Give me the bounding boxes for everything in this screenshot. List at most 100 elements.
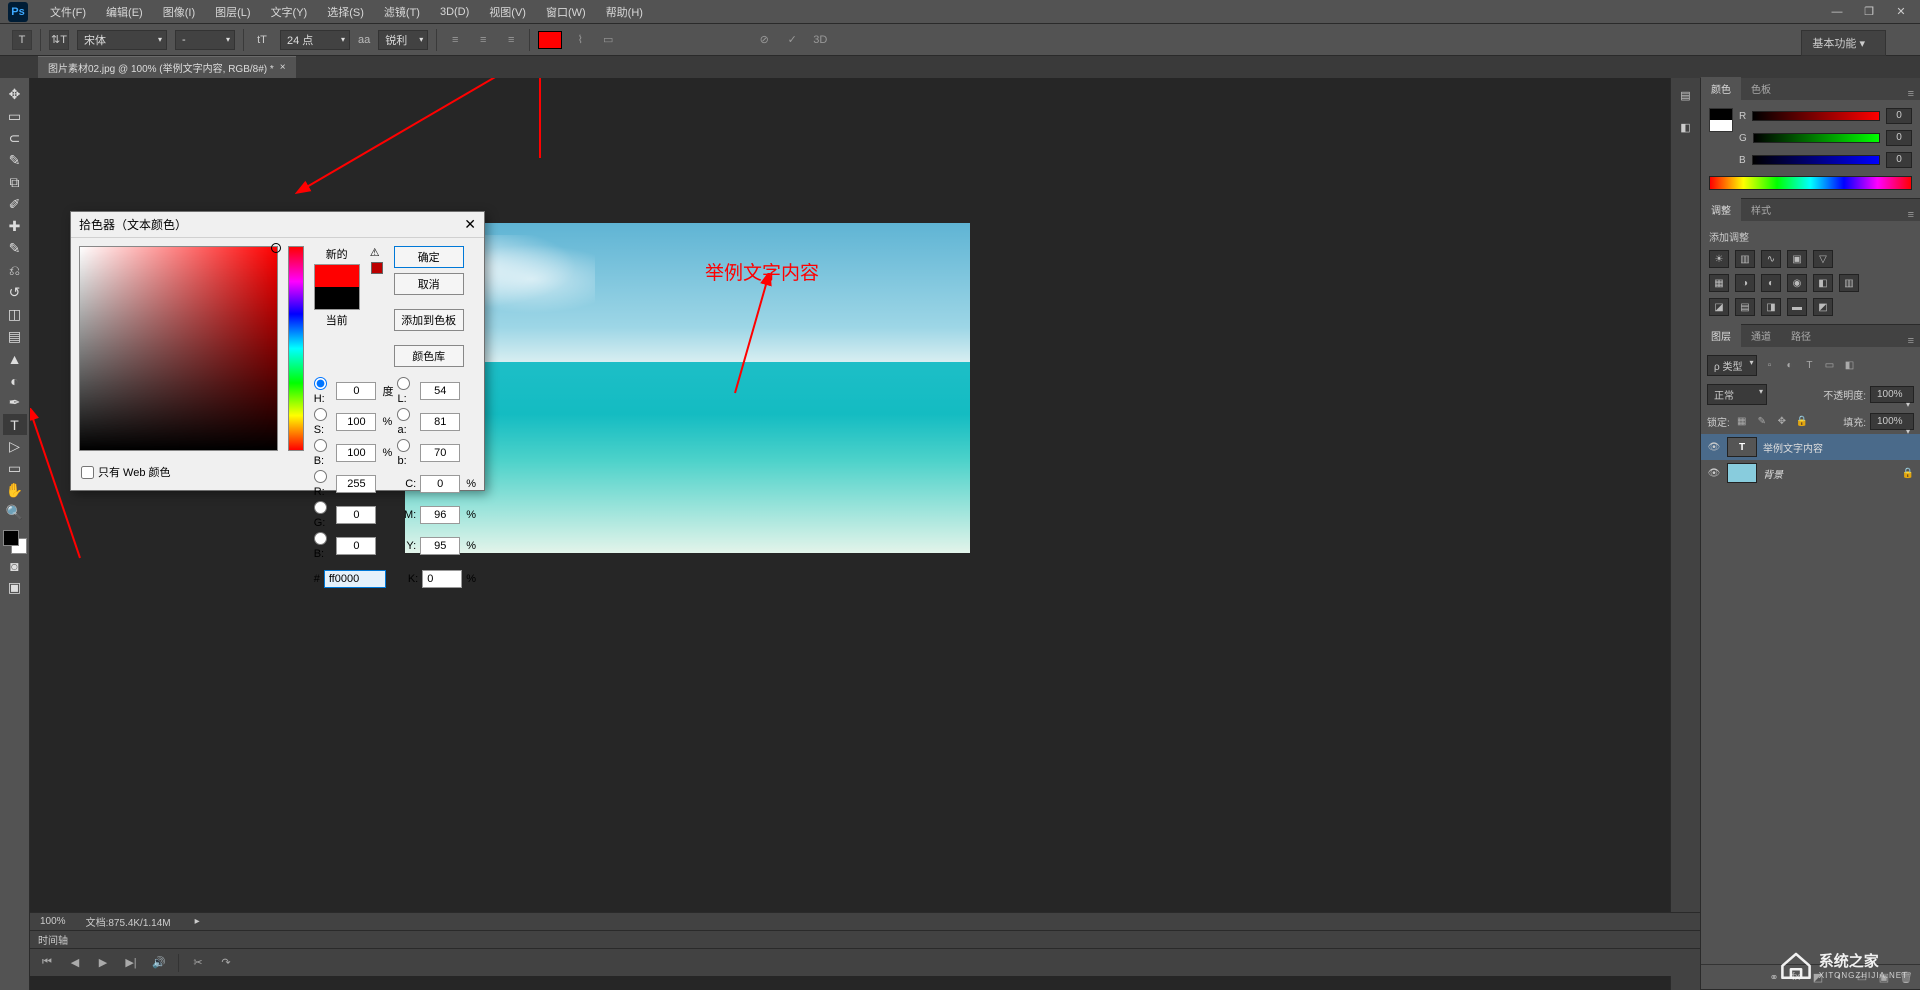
colorbalance-icon[interactable]: ◑	[1735, 274, 1755, 292]
color-picker-titlebar[interactable]: 拾色器（文本颜色） ✕	[71, 212, 484, 238]
filter-shape-icon[interactable]: ▭	[1821, 358, 1837, 374]
clone-stamp-tool[interactable]: ⎌	[3, 260, 27, 281]
audio-button[interactable]: 🔊	[150, 954, 168, 972]
font-family-dropdown[interactable]: 宋体	[77, 30, 167, 50]
color-libraries-button[interactable]: 颜色库	[394, 345, 464, 367]
b-radio[interactable]: b:	[397, 439, 416, 467]
quick-mask-toggle[interactable]: ◙	[3, 555, 27, 576]
r-radio[interactable]: R:	[314, 470, 333, 498]
r-input[interactable]	[336, 475, 376, 493]
y-input[interactable]	[420, 537, 460, 555]
marquee-tool[interactable]: ▭	[3, 106, 27, 127]
color-lookup-icon[interactable]: ▥	[1839, 274, 1859, 292]
screen-mode-toggle[interactable]: ▣	[3, 577, 27, 598]
fill-input[interactable]: 100%	[1870, 413, 1914, 430]
font-size-dropdown[interactable]: 24 点	[280, 30, 350, 50]
filter-smart-icon[interactable]: ◧	[1841, 358, 1857, 374]
gradient-tool[interactable]: ▤	[3, 326, 27, 347]
prev-frame-button[interactable]: ◀	[66, 954, 84, 972]
menu-3d[interactable]: 3D(D)	[430, 6, 479, 18]
dodge-tool[interactable]: ◐	[3, 370, 27, 391]
menu-layer[interactable]: 图层(L)	[205, 4, 260, 20]
document-tab[interactable]: 图片素材02.jpg @ 100% (举例文字内容, RGB/8#) * ×	[38, 56, 296, 78]
layer-name[interactable]: 举例文字内容	[1763, 440, 1823, 455]
menu-select[interactable]: 选择(S)	[317, 4, 374, 20]
h-input[interactable]	[336, 382, 376, 400]
commit-edits-button[interactable]: ✓	[782, 30, 802, 50]
history-panel-icon[interactable]: ▤	[1675, 84, 1697, 106]
layer-row-background[interactable]: 👁 背景 🔒	[1701, 460, 1920, 486]
menu-filter[interactable]: 滤镜(T)	[374, 4, 430, 20]
layer-name[interactable]: 背景	[1763, 466, 1783, 481]
photo-filter-icon[interactable]: ◉	[1787, 274, 1807, 292]
curves-icon[interactable]: ∿	[1761, 250, 1781, 268]
zoom-tool[interactable]: 🔍	[3, 502, 27, 523]
brightness-icon[interactable]: ☀	[1709, 250, 1729, 268]
color-field[interactable]	[79, 246, 278, 451]
blur-tool[interactable]: ▲	[3, 348, 27, 369]
rectangle-tool[interactable]: ▭	[3, 458, 27, 479]
panel-menu-icon[interactable]: ≡	[1902, 335, 1920, 347]
posterize-icon[interactable]: ▤	[1735, 298, 1755, 316]
color-ramp[interactable]	[1709, 176, 1912, 190]
lock-position-icon[interactable]: ✥	[1774, 414, 1790, 430]
workspace-switcher[interactable]: 基本功能	[1801, 30, 1886, 56]
cancel-edits-button[interactable]: ⊘	[754, 30, 774, 50]
layer-row-text[interactable]: 👁 T 举例文字内容	[1701, 434, 1920, 460]
split-button[interactable]: ✂	[189, 954, 207, 972]
panel-menu-icon[interactable]: ≡	[1902, 88, 1920, 100]
text-color-swatch[interactable]	[538, 31, 562, 49]
s-radio[interactable]: S:	[314, 408, 333, 436]
l-input[interactable]	[420, 382, 460, 400]
tab-color[interactable]: 颜色	[1701, 77, 1741, 100]
tab-layers[interactable]: 图层	[1701, 324, 1741, 347]
k-input[interactable]	[422, 570, 462, 588]
timeline-header[interactable]: 时间轴	[30, 930, 1700, 948]
path-select-tool[interactable]: ▷	[3, 436, 27, 457]
b-slider[interactable]	[1752, 155, 1880, 165]
l-radio[interactable]: L:	[397, 377, 416, 405]
ok-button[interactable]: 确定	[394, 246, 464, 268]
hue-slider[interactable]	[288, 246, 304, 451]
move-tool[interactable]: ✥	[3, 84, 27, 105]
font-style-dropdown[interactable]: -	[175, 30, 235, 50]
filter-type-icon[interactable]: T	[1801, 358, 1817, 374]
a-radio[interactable]: a:	[397, 408, 416, 436]
hue-icon[interactable]: ▦	[1709, 274, 1729, 292]
tab-styles[interactable]: 样式	[1741, 198, 1781, 221]
document-canvas[interactable]: 举例文字内容	[405, 223, 970, 553]
bv-input[interactable]	[336, 444, 376, 462]
close-button[interactable]: ✕	[1890, 4, 1912, 20]
color-picker-close-button[interactable]: ✕	[464, 216, 476, 233]
spot-heal-tool[interactable]: ✚	[3, 216, 27, 237]
menu-view[interactable]: 视图(V)	[479, 4, 536, 20]
crop-tool[interactable]: ⧉	[3, 172, 27, 193]
g-input[interactable]	[336, 506, 376, 524]
text-3d-button[interactable]: 3D	[810, 30, 830, 50]
menu-edit[interactable]: 编辑(E)	[96, 4, 153, 20]
layer-visibility-toggle[interactable]: 👁	[1707, 442, 1721, 453]
tab-adjustments[interactable]: 调整	[1701, 198, 1741, 221]
menu-image[interactable]: 图像(I)	[153, 4, 205, 20]
s-input[interactable]	[336, 413, 376, 431]
levels-icon[interactable]: ▥	[1735, 250, 1755, 268]
m-input[interactable]	[420, 506, 460, 524]
eyedropper-tool[interactable]: ✐	[3, 194, 27, 215]
transition-button[interactable]: ↷	[217, 954, 235, 972]
character-panel-button[interactable]: ▭	[598, 30, 618, 50]
menu-type[interactable]: 文字(Y)	[261, 4, 318, 20]
bw-icon[interactable]: ◐	[1761, 274, 1781, 292]
blend-mode-dropdown[interactable]: 正常	[1707, 384, 1767, 405]
eraser-tool[interactable]: ◫	[3, 304, 27, 325]
panel-menu-icon[interactable]: ≡	[1902, 209, 1920, 221]
play-button[interactable]: ▶	[94, 954, 112, 972]
bb-radio[interactable]: B:	[314, 532, 333, 560]
a-input[interactable]	[420, 413, 460, 431]
zoom-level[interactable]: 100%	[40, 916, 66, 927]
selective-color-icon[interactable]: ◩	[1813, 298, 1833, 316]
foreground-background-swatches[interactable]	[3, 530, 27, 554]
r-slider[interactable]	[1752, 111, 1880, 121]
bb-input[interactable]	[336, 537, 376, 555]
layer-filter-dropdown[interactable]: ρ 类型	[1707, 355, 1757, 376]
g-radio[interactable]: G:	[314, 501, 333, 529]
